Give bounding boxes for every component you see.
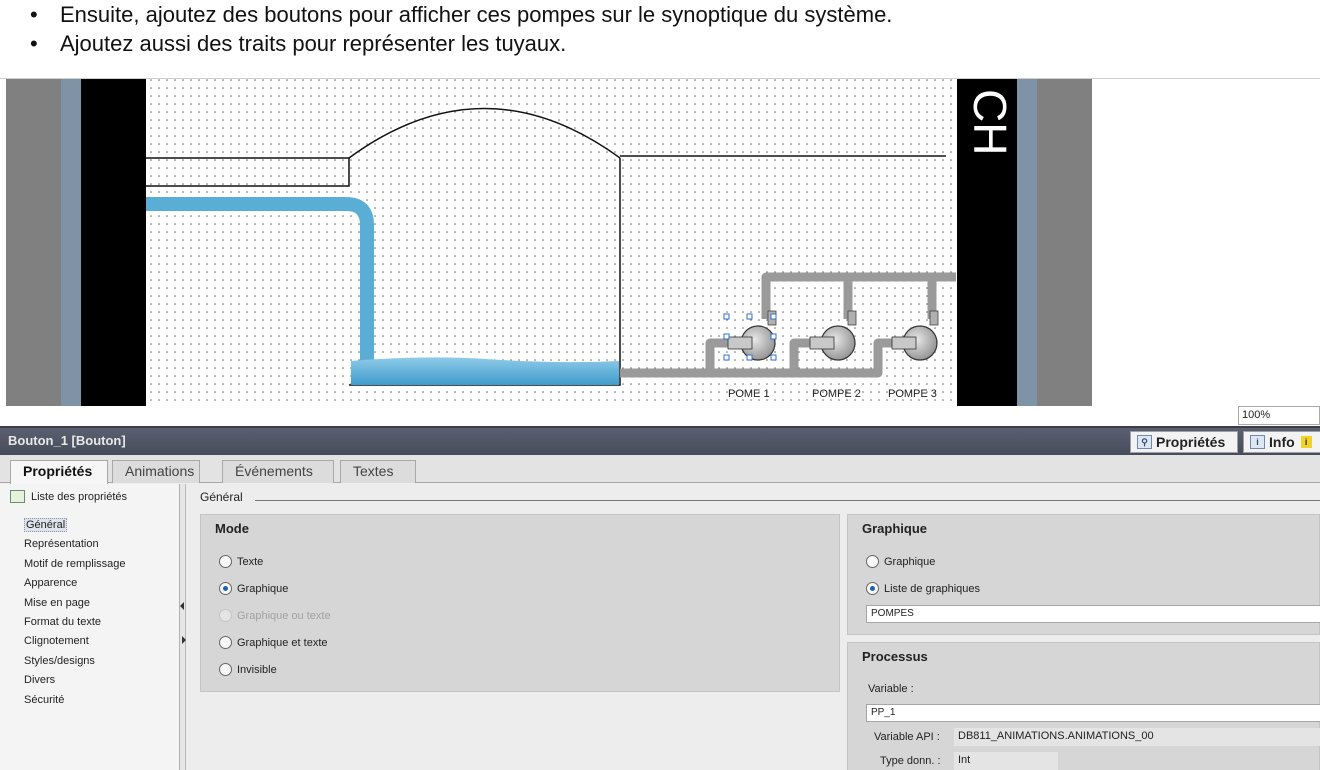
- variable-label: Variable :: [868, 683, 914, 695]
- variable-field[interactable]: PP_1: [866, 704, 1320, 722]
- property-list-header-label: Liste des propriétés: [31, 490, 127, 503]
- tab-properties[interactable]: Propriétés: [10, 460, 108, 484]
- radio-circle-selected: [219, 582, 232, 595]
- header-tab-properties[interactable]: ⚲ Propriétés: [1130, 431, 1238, 453]
- radio-circle: [219, 663, 232, 676]
- property-item-text-format[interactable]: Format du texte: [24, 613, 126, 632]
- bullet-line-1: • Ensuite, ajoutez des boutons pour affic…: [30, 2, 892, 28]
- data-type-value: Int: [954, 752, 1058, 770]
- tab-texts[interactable]: Textes: [340, 460, 416, 483]
- radio-mode-graphic-and-text-label: Graphique et texte: [237, 636, 328, 649]
- radio-mode-invisible-label: Invisible: [237, 663, 277, 676]
- property-item-flashing[interactable]: Clignotement: [24, 632, 126, 651]
- bullet-dot: •: [30, 31, 38, 56]
- radio-mode-graphic-or-text-label: Graphique ou texte: [237, 609, 331, 622]
- property-item-security[interactable]: Sécurité: [24, 691, 126, 710]
- inspector-tabs: Propriétés Animations Événements Textes: [0, 455, 1320, 484]
- graphic-group-title: Graphique: [862, 521, 928, 536]
- radio-mode-graphic-and-text[interactable]: Graphique et texte: [219, 636, 328, 649]
- api-variable-label: Variable API :: [874, 731, 940, 743]
- bullet-text-1: Ensuite, ajoutez des boutons pour affich…: [60, 2, 893, 27]
- section-divider: [255, 500, 1320, 501]
- mode-group: Mode Texte Graphique Graphique ou texte …: [200, 514, 840, 692]
- frame-right-gray: [1037, 79, 1092, 406]
- screen-editor-canvas[interactable]: CH POME 1 POMPE 2 POMPE 3 100%: [0, 78, 1320, 426]
- hmi-screen[interactable]: CH POME 1 POMPE 2 POMPE 3: [6, 79, 1092, 406]
- process-group: Processus Variable : PP_1 Variable API :…: [847, 642, 1320, 770]
- panel-splitter[interactable]: [180, 484, 186, 770]
- warning-icon: i: [1300, 436, 1312, 448]
- property-item-layout[interactable]: Mise en page: [24, 594, 126, 613]
- pump-label-3: POMPE 3: [888, 388, 937, 400]
- property-item-styles[interactable]: Styles/designs: [24, 652, 126, 671]
- property-item-fill-pattern[interactable]: Motif de remplissage: [24, 555, 126, 574]
- frame-left-blue: [61, 79, 81, 406]
- property-list: Général Représentation Motif de rempliss…: [24, 516, 126, 710]
- radio-circle: [866, 555, 879, 568]
- radio-circle: [219, 636, 232, 649]
- pump-label-2: POMPE 2: [812, 388, 861, 400]
- property-item-representation[interactable]: Représentation: [24, 535, 126, 554]
- data-type-label: Type donn. :: [880, 755, 941, 767]
- property-list-header[interactable]: Liste des propriétés: [10, 490, 127, 503]
- radio-circle: [219, 555, 232, 568]
- graphic-list-field[interactable]: POMPES: [866, 605, 1320, 623]
- property-item-general-label: Général: [24, 518, 68, 532]
- collapse-left-icon[interactable]: [180, 602, 184, 610]
- tab-animations[interactable]: Animations: [112, 460, 200, 483]
- tab-events[interactable]: Événements: [222, 460, 334, 483]
- expand-right-icon[interactable]: [182, 636, 186, 644]
- inspector-window: Bouton_1 [Bouton] ⚲ Propriétés i Info i …: [0, 426, 1320, 770]
- api-variable-value: DB811_ANIMATIONS.ANIMATIONS_00: [954, 728, 1320, 746]
- property-item-appearance[interactable]: Apparence: [24, 574, 126, 593]
- side-text: CH: [964, 89, 1016, 155]
- bullet-line-2: • Ajoutez aussi des traits pour représent…: [30, 31, 566, 57]
- radio-circle-selected: [866, 582, 879, 595]
- radio-mode-invisible[interactable]: Invisible: [219, 663, 277, 676]
- inspector-titlebar: Bouton_1 [Bouton] ⚲ Propriétés i Info i: [0, 428, 1320, 455]
- graphic-group: Graphique Graphique Liste de graphiques …: [847, 514, 1320, 635]
- properties-icon: ⚲: [1137, 435, 1152, 449]
- property-item-misc[interactable]: Divers: [24, 671, 126, 690]
- radio-mode-text-label: Texte: [237, 555, 264, 568]
- info-icon: i: [1250, 435, 1265, 449]
- radio-mode-text[interactable]: Texte: [219, 555, 263, 568]
- radio-mode-graphic-label: Graphique: [237, 582, 289, 595]
- frame-right-blue: [1017, 79, 1037, 406]
- radio-mode-graphic-or-text: Graphique ou texte: [219, 609, 331, 622]
- zoom-select[interactable]: 100%: [1238, 406, 1320, 425]
- section-title: Général: [200, 490, 243, 504]
- radio-graphic[interactable]: Graphique: [866, 555, 935, 568]
- radio-graphic-list[interactable]: Liste de graphiques: [866, 582, 980, 595]
- bullet-text-2: Ajoutez aussi des traits pour représente…: [60, 31, 567, 56]
- radio-mode-graphic[interactable]: Graphique: [219, 582, 288, 595]
- bullet-dot: •: [30, 2, 38, 27]
- inspector-title: Bouton_1 [Bouton]: [8, 433, 126, 448]
- radio-graphic-list-label: Liste de graphiques: [884, 582, 981, 595]
- property-list-panel: Liste des propriétés Général Représentat…: [0, 484, 180, 770]
- mode-group-title: Mode: [215, 521, 249, 536]
- header-tab-info[interactable]: i Info i: [1243, 431, 1320, 453]
- list-icon: [10, 490, 25, 503]
- frame-left-gray: [6, 79, 61, 406]
- header-tab-properties-label: Propriétés: [1156, 434, 1226, 450]
- process-group-title: Processus: [862, 649, 928, 664]
- header-tab-info-label: Info: [1269, 434, 1295, 450]
- frame-left-black: [81, 79, 146, 406]
- radio-graphic-label: Graphique: [884, 555, 936, 568]
- pump-label-1: POME 1: [728, 388, 770, 400]
- property-item-general[interactable]: Général: [24, 516, 126, 535]
- radio-circle: [219, 609, 232, 622]
